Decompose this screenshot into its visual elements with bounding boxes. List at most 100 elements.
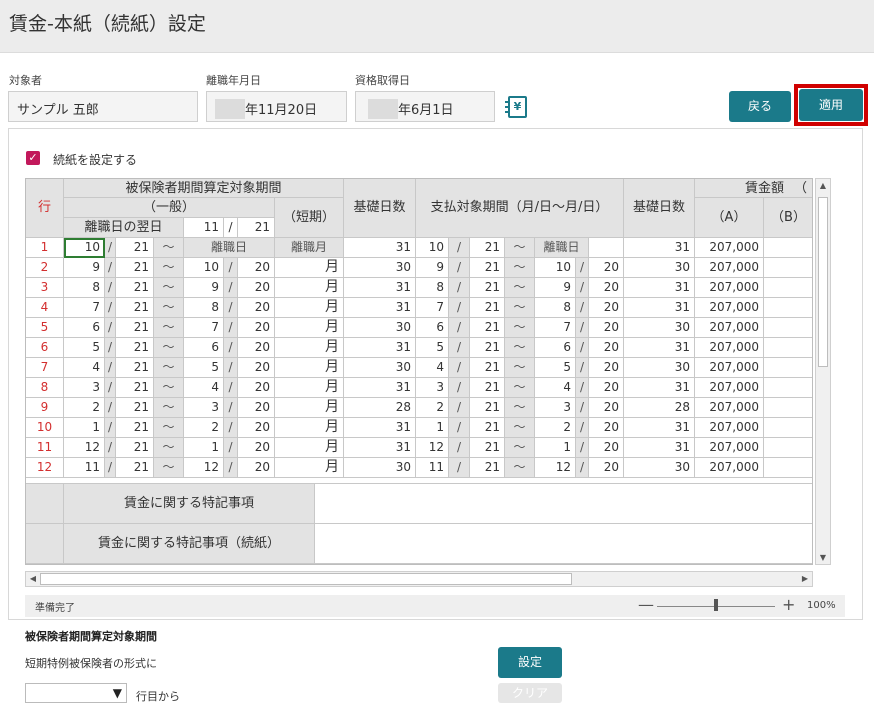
- pay-to-month-cell[interactable]: 6: [535, 338, 576, 358]
- wage-a-cell[interactable]: 207,000: [695, 398, 764, 418]
- base-days2-cell[interactable]: 28: [624, 398, 695, 418]
- short-term-month-cell[interactable]: 月: [275, 458, 344, 478]
- pay-from-day-cell[interactable]: 21: [470, 438, 505, 458]
- base-days-cell[interactable]: 31: [344, 418, 416, 438]
- from-month-cell[interactable]: 12: [64, 438, 105, 458]
- to-month-cell[interactable]: 4: [184, 378, 224, 398]
- pay-from-month-cell[interactable]: 9: [416, 258, 449, 278]
- pay-to-month-cell[interactable]: 9: [535, 278, 576, 298]
- from-day-cell[interactable]: 21: [116, 378, 154, 398]
- to-month-cell[interactable]: 2: [184, 418, 224, 438]
- pay-from-day-cell[interactable]: 21: [470, 458, 505, 478]
- base-days-cell[interactable]: 31: [344, 298, 416, 318]
- wage-b-cell[interactable]: [764, 398, 812, 418]
- pay-to-month-cell[interactable]: 12: [535, 458, 576, 478]
- pay-to-day-cell[interactable]: 20: [589, 438, 624, 458]
- wage-a-cell[interactable]: 207,000: [695, 338, 764, 358]
- wage-a-cell[interactable]: 207,000: [695, 438, 764, 458]
- base-days2-cell[interactable]: 31: [624, 418, 695, 438]
- to-day-cell[interactable]: 20: [238, 338, 275, 358]
- wage-b-cell[interactable]: [764, 358, 812, 378]
- from-month-cell[interactable]: 2: [64, 398, 105, 418]
- from-day-cell[interactable]: 21: [116, 458, 154, 478]
- from-month-cell[interactable]: 7: [64, 298, 105, 318]
- wage-a-cell[interactable]: 207,000: [695, 298, 764, 318]
- to-day-cell[interactable]: 20: [238, 358, 275, 378]
- to-day-cell[interactable]: 20: [238, 278, 275, 298]
- base-days2-cell[interactable]: 30: [624, 458, 695, 478]
- from-month-cell[interactable]: 8: [64, 278, 105, 298]
- to-month-cell[interactable]: 12: [184, 458, 224, 478]
- short-term-month-cell[interactable]: 月: [275, 358, 344, 378]
- to-day-cell[interactable]: 20: [238, 398, 275, 418]
- pay-to-day-cell[interactable]: [589, 238, 624, 258]
- from-day-cell[interactable]: 21: [116, 278, 154, 298]
- to-month-cell[interactable]: 9: [184, 278, 224, 298]
- base-days2-cell[interactable]: 31: [624, 298, 695, 318]
- pay-from-month-cell[interactable]: 5: [416, 338, 449, 358]
- pay-from-day-cell[interactable]: 21: [470, 238, 505, 258]
- from-day-cell[interactable]: 21: [116, 258, 154, 278]
- pay-to-day-cell[interactable]: 20: [589, 298, 624, 318]
- pay-from-month-cell[interactable]: 10: [416, 238, 449, 258]
- base-days-cell[interactable]: 30: [344, 258, 416, 278]
- from-day-cell[interactable]: 21: [116, 298, 154, 318]
- to-day-cell[interactable]: 20: [238, 298, 275, 318]
- zoom-in-icon[interactable]: +: [782, 595, 795, 614]
- scroll-down-icon[interactable]: ▼: [816, 553, 830, 562]
- to-month-cell[interactable]: 7: [184, 318, 224, 338]
- wage-b-cell[interactable]: [764, 378, 812, 398]
- from-month-cell[interactable]: 5: [64, 338, 105, 358]
- to-day-cell[interactable]: 20: [238, 258, 275, 278]
- to-day-cell[interactable]: 20: [238, 318, 275, 338]
- wage-b-cell[interactable]: [764, 458, 812, 478]
- to-day-cell[interactable]: 20: [238, 418, 275, 438]
- pay-from-month-cell[interactable]: 7: [416, 298, 449, 318]
- format-dropdown[interactable]: ▼: [25, 683, 127, 703]
- from-day-cell[interactable]: 21: [116, 418, 154, 438]
- set-button[interactable]: 設定: [498, 647, 562, 678]
- pay-to-day-cell[interactable]: 20: [589, 398, 624, 418]
- base-days-cell[interactable]: 31: [344, 338, 416, 358]
- pay-to-month-cell[interactable]: 7: [535, 318, 576, 338]
- to-day-cell[interactable]: 20: [238, 378, 275, 398]
- from-month-cell[interactable]: 11: [64, 458, 105, 478]
- short-term-month-cell[interactable]: 月: [275, 278, 344, 298]
- from-day-cell[interactable]: 21: [116, 438, 154, 458]
- back-button[interactable]: 戻る: [729, 91, 791, 122]
- wage-b-cell[interactable]: [764, 258, 812, 278]
- clear-button[interactable]: クリア: [498, 683, 562, 703]
- vertical-scrollbar[interactable]: ▲ ▼: [815, 178, 831, 565]
- pay-from-month-cell[interactable]: 4: [416, 358, 449, 378]
- pay-from-month-cell[interactable]: 8: [416, 278, 449, 298]
- base-days2-cell[interactable]: 31: [624, 378, 695, 398]
- pay-to-day-cell[interactable]: 20: [589, 258, 624, 278]
- scroll-left-icon[interactable]: ◀: [26, 574, 40, 583]
- pay-to-month-cell[interactable]: 10: [535, 258, 576, 278]
- next-day-month[interactable]: 11: [184, 218, 224, 238]
- to-month-cell[interactable]: 1: [184, 438, 224, 458]
- wage-a-cell[interactable]: 207,000: [695, 378, 764, 398]
- wage-a-cell[interactable]: 207,000: [695, 238, 764, 258]
- from-day-cell[interactable]: 21: [116, 238, 154, 258]
- wage-a-cell[interactable]: 207,000: [695, 418, 764, 438]
- wage-a-cell[interactable]: 207,000: [695, 318, 764, 338]
- base-days2-cell[interactable]: 31: [624, 238, 695, 258]
- pay-to-day-cell[interactable]: 20: [589, 278, 624, 298]
- pay-to-month-cell[interactable]: 1: [535, 438, 576, 458]
- base-days2-cell[interactable]: 30: [624, 258, 695, 278]
- from-month-cell[interactable]: 6: [64, 318, 105, 338]
- base-days-cell[interactable]: 28: [344, 398, 416, 418]
- memo-input[interactable]: [315, 484, 812, 524]
- wage-b-cell[interactable]: [764, 338, 812, 358]
- base-days-cell[interactable]: 31: [344, 378, 416, 398]
- wage-a-cell[interactable]: 207,000: [695, 358, 764, 378]
- wage-a-cell[interactable]: 207,000: [695, 458, 764, 478]
- pay-to-day-cell[interactable]: 20: [589, 418, 624, 438]
- from-day-cell[interactable]: 21: [116, 318, 154, 338]
- pay-to-month-cell[interactable]: 5: [535, 358, 576, 378]
- wage-a-cell[interactable]: 207,000: [695, 258, 764, 278]
- short-term-month-cell[interactable]: 月: [275, 318, 344, 338]
- pay-to-month-cell[interactable]: 8: [535, 298, 576, 318]
- from-month-cell[interactable]: 9: [64, 258, 105, 278]
